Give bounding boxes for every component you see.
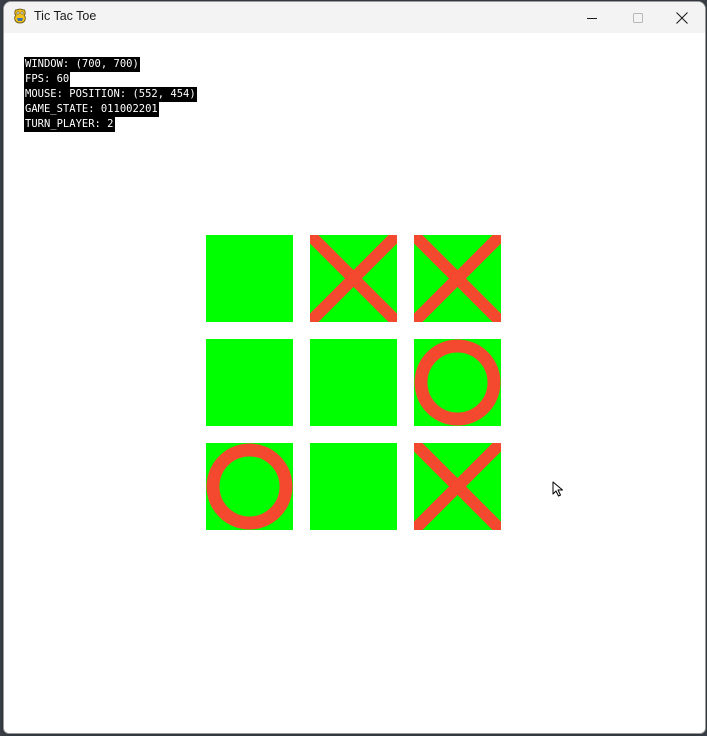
- debug-turn-line: TURN_PLAYER: 2: [24, 117, 115, 132]
- board-cell-0-0[interactable]: [206, 235, 293, 322]
- cell-background: [206, 339, 293, 426]
- board-cell-0-1[interactable]: [310, 235, 397, 322]
- tic-tac-toe-board: [206, 235, 502, 531]
- debug-mouse-line: MOUSE: POSITION: (552, 454): [24, 87, 197, 102]
- debug-overlay: WINDOW: (700, 700) FPS: 60 MOUSE: POSITI…: [24, 54, 197, 132]
- board-cell-2-2[interactable]: [414, 443, 501, 530]
- maximize-icon: [633, 12, 643, 23]
- game-window: Tic Tac Toe WINDOW: (700, 700) FPS: 60 M…: [3, 1, 706, 734]
- cell-background: [310, 443, 397, 530]
- board-cell-2-1[interactable]: [310, 443, 397, 530]
- debug-window-line: WINDOW: (700, 700): [24, 57, 140, 72]
- board-cell-1-0[interactable]: [206, 339, 293, 426]
- close-button[interactable]: [659, 2, 705, 33]
- board-cell-1-2[interactable]: [414, 339, 501, 426]
- minimize-icon: [587, 17, 597, 19]
- cell-background: [206, 235, 293, 322]
- board-cell-0-2[interactable]: [414, 235, 501, 322]
- window-title: Tic Tac Toe: [34, 9, 97, 23]
- title-bar[interactable]: Tic Tac Toe: [4, 2, 705, 33]
- mouse-cursor-icon: [552, 481, 563, 497]
- minimize-button[interactable]: [569, 2, 615, 33]
- board-cell-1-1[interactable]: [310, 339, 397, 426]
- close-icon: [676, 11, 688, 24]
- pygame-snake-icon: [12, 8, 28, 25]
- board-cell-2-0[interactable]: [206, 443, 293, 530]
- game-canvas[interactable]: WINDOW: (700, 700) FPS: 60 MOUSE: POSITI…: [4, 33, 705, 733]
- cell-background: [310, 339, 397, 426]
- maximize-button[interactable]: [615, 2, 661, 33]
